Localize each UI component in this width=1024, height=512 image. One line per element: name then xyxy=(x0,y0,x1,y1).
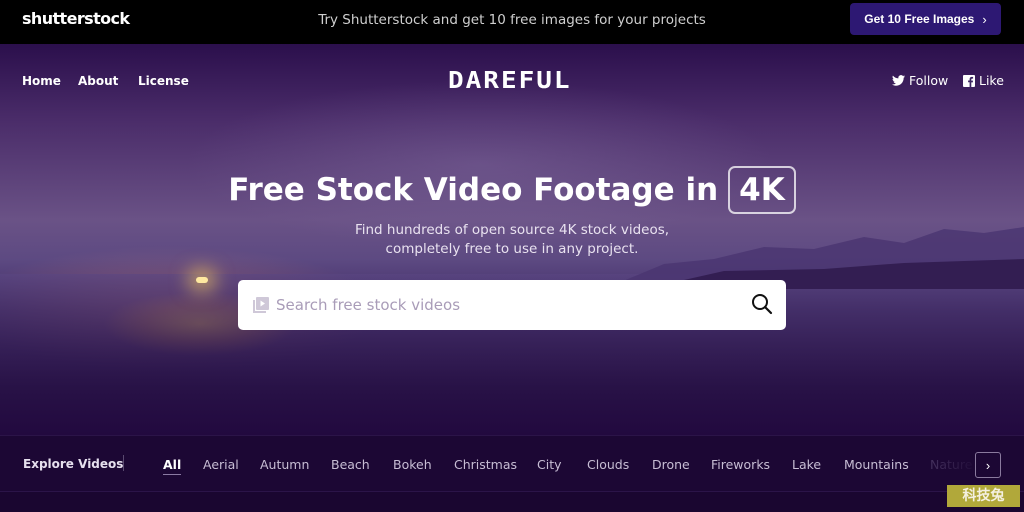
nav-license[interactable]: License xyxy=(138,74,189,88)
category-city[interactable]: City xyxy=(537,457,562,472)
hero-background-sun xyxy=(196,277,208,283)
twitter-icon xyxy=(892,75,905,86)
chevron-right-icon: › xyxy=(985,457,991,473)
category-drone[interactable]: Drone xyxy=(652,457,690,472)
twitter-follow-link[interactable]: Follow xyxy=(892,73,948,88)
search-icon xyxy=(752,294,773,315)
facebook-like-label: Like xyxy=(979,73,1004,88)
category-lake[interactable]: Lake xyxy=(792,457,821,472)
category-aerial[interactable]: Aerial xyxy=(203,457,239,472)
headline-text: Free Stock Video Footage in xyxy=(228,172,719,208)
category-mountains[interactable]: Mountains xyxy=(844,457,909,472)
category-all[interactable]: All xyxy=(163,457,182,475)
4k-badge: 4K xyxy=(728,166,796,214)
search-button[interactable] xyxy=(750,293,774,317)
page-bottom xyxy=(0,492,1024,512)
category-fireworks[interactable]: Fireworks xyxy=(711,457,770,472)
hero-headline: Free Stock Video Footage in 4K xyxy=(0,166,1024,214)
dareful-logo[interactable]: DAREFUL xyxy=(448,68,572,95)
category-beach[interactable]: Beach xyxy=(331,457,370,472)
hero-section: Home About License DAREFUL Follow Like F… xyxy=(0,44,1024,435)
get-free-images-label: Get 10 Free Images xyxy=(864,12,975,26)
facebook-icon xyxy=(963,74,975,87)
nav-about[interactable]: About xyxy=(78,74,118,88)
subtitle-line-2: completely free to use in any project. xyxy=(385,241,639,257)
scroll-fade xyxy=(920,446,980,482)
divider xyxy=(123,455,124,471)
categories-next-button[interactable]: › xyxy=(975,452,1001,478)
category-clouds[interactable]: Clouds xyxy=(587,457,629,472)
category-autumn[interactable]: Autumn xyxy=(260,457,309,472)
category-bokeh[interactable]: Bokeh xyxy=(393,457,432,472)
explore-videos-label: Explore Videos xyxy=(23,457,124,471)
nav-home[interactable]: Home xyxy=(22,74,61,88)
hero-subtitle: Find hundreds of open source 4K stock vi… xyxy=(0,221,1024,259)
explore-videos-bar: Explore Videos All Aerial Autumn Beach B… xyxy=(0,435,1024,492)
watermark: 科技兔 xyxy=(947,485,1020,507)
promo-bar: shutterstock Try Shutterstock and get 10… xyxy=(0,0,1024,44)
search-input[interactable] xyxy=(276,296,736,314)
chevron-right-icon: › xyxy=(982,11,987,27)
get-free-images-button[interactable]: Get 10 Free Images › xyxy=(850,3,1001,35)
category-christmas[interactable]: Christmas xyxy=(454,457,517,472)
subtitle-line-1: Find hundreds of open source 4K stock vi… xyxy=(354,222,670,238)
twitter-follow-label: Follow xyxy=(909,73,949,88)
search-bar xyxy=(238,280,786,330)
facebook-like-link[interactable]: Like xyxy=(963,73,1004,88)
video-library-icon xyxy=(253,297,269,313)
